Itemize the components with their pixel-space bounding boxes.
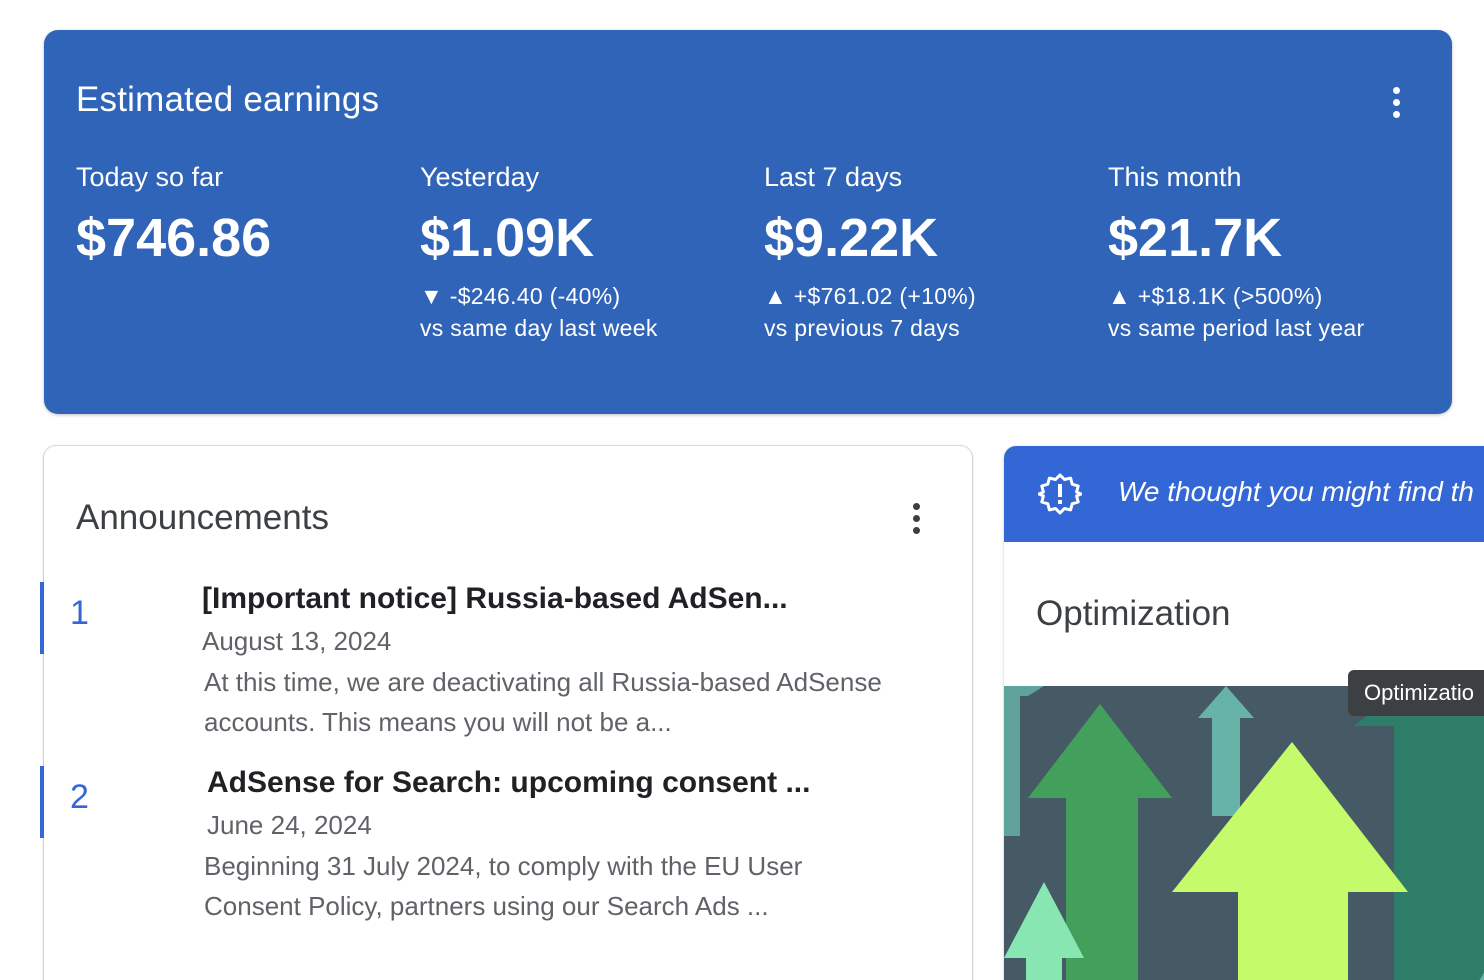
metric-label: Today so far bbox=[76, 162, 224, 192]
metric-change: ▲ +$761.02 (+10%) bbox=[764, 283, 976, 309]
metric-this-month[interactable]: This month $21.7K ▲ +$18.1K (>500%) vs s… bbox=[1108, 160, 1438, 344]
announcement-headline[interactable]: [Important notice] Russia-based AdSen... bbox=[202, 582, 788, 616]
growth-arrows-illustration bbox=[1004, 686, 1484, 980]
metric-compare: vs previous 7 days bbox=[764, 315, 960, 341]
optimization-tooltip: Optimizatio bbox=[1348, 670, 1484, 716]
adsense-home: Estimated earnings Today so far $746.86 … bbox=[0, 0, 1484, 980]
metric-compare: vs same day last week bbox=[420, 315, 658, 341]
metric-today[interactable]: Today so far $746.86 bbox=[76, 160, 406, 270]
more-vert-icon[interactable] bbox=[904, 498, 928, 538]
item-indicator-bar bbox=[40, 766, 44, 838]
metric-value: $9.22K bbox=[764, 208, 939, 268]
earnings-title: Estimated earnings bbox=[76, 80, 380, 119]
suggestion-banner[interactable]: We thought you might find th bbox=[1004, 446, 1484, 542]
metric-value: $1.09K bbox=[420, 208, 595, 268]
metric-change: ▼ -$246.40 (-40%) bbox=[420, 283, 621, 309]
metric-compare: vs same period last year bbox=[1108, 315, 1365, 341]
estimated-earnings-card: Estimated earnings Today so far $746.86 … bbox=[44, 30, 1452, 414]
announcement-date: August 13, 2024 bbox=[202, 626, 392, 656]
banner-text: We thought you might find th bbox=[1118, 476, 1474, 507]
metric-change: ▲ +$18.1K (>500%) bbox=[1108, 283, 1323, 309]
metric-label: Yesterday bbox=[420, 162, 540, 192]
metric-value: $21.7K bbox=[1108, 208, 1283, 268]
metric-yesterday[interactable]: Yesterday $1.09K ▼ -$246.40 (-40%) vs sa… bbox=[420, 160, 750, 344]
announcement-body: Beginning 31 July 2024, to comply with t… bbox=[204, 851, 803, 921]
announcements-title: Announcements bbox=[76, 498, 329, 537]
metric-label: Last 7 days bbox=[764, 162, 903, 192]
metric-value: $746.86 bbox=[76, 208, 272, 268]
item-number: 1 bbox=[70, 594, 89, 632]
announcement-body: At this time, we are deactivating all Ru… bbox=[204, 667, 882, 737]
alert-badge-icon bbox=[1038, 473, 1082, 515]
more-vert-icon[interactable] bbox=[1384, 82, 1408, 122]
announcement-headline[interactable]: AdSense for Search: upcoming consent ... bbox=[207, 766, 810, 800]
item-indicator-bar bbox=[40, 582, 44, 654]
item-number: 2 bbox=[70, 778, 89, 816]
announcement-date: June 24, 2024 bbox=[207, 810, 372, 840]
metric-label: This month bbox=[1108, 162, 1242, 192]
optimization-title: Optimization bbox=[1036, 594, 1231, 633]
metric-last-7-days[interactable]: Last 7 days $9.22K ▲ +$761.02 (+10%) vs … bbox=[764, 160, 1094, 344]
